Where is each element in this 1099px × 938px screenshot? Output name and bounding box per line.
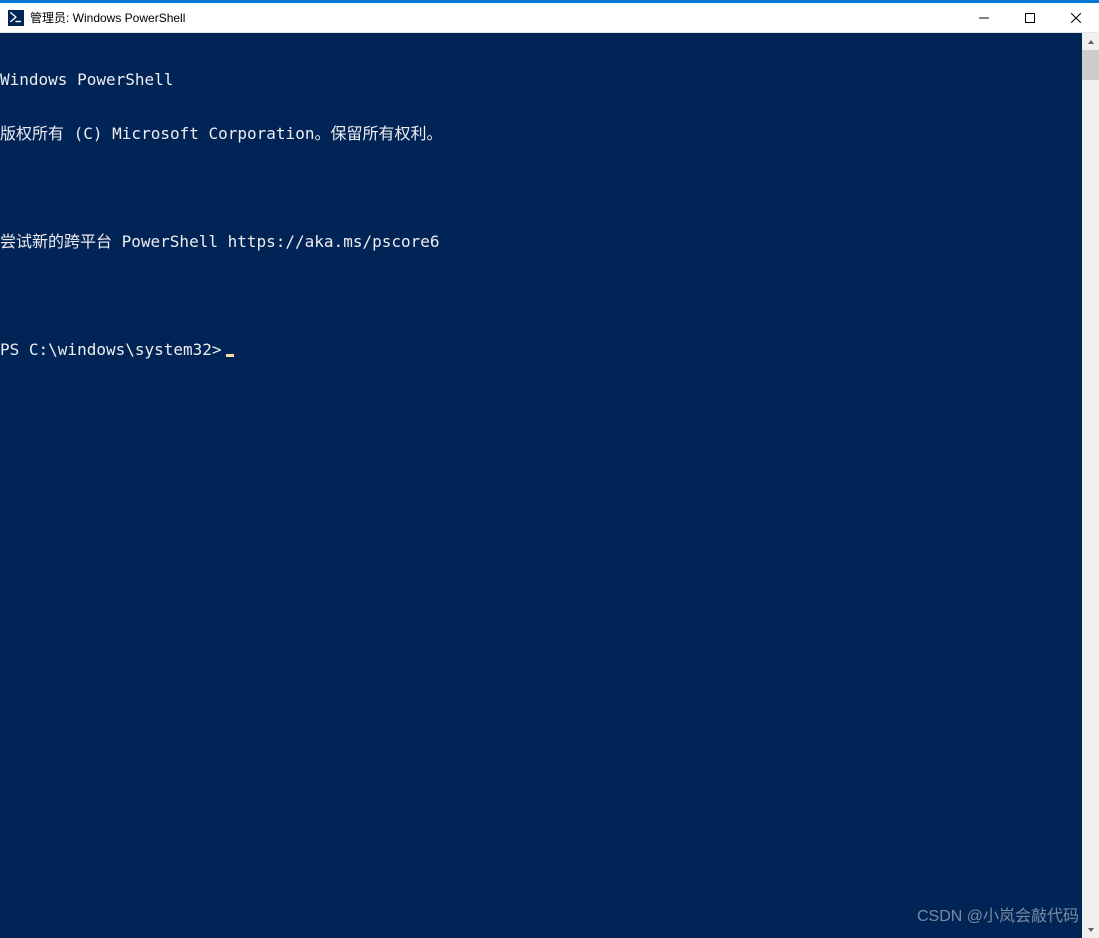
terminal-line [0,179,1082,197]
terminal-container: Windows PowerShell 版权所有 (C) Microsoft Co… [0,33,1099,938]
vertical-scrollbar[interactable] [1082,33,1099,938]
window-title: 管理员: Windows PowerShell [30,9,185,26]
terminal-line: 尝试新的跨平台 PowerShell https://aka.ms/pscore… [0,233,1082,251]
terminal-output[interactable]: Windows PowerShell 版权所有 (C) Microsoft Co… [0,33,1082,938]
scroll-thumb[interactable] [1082,50,1099,80]
minimize-button[interactable] [961,3,1007,32]
terminal-prompt: PS C:\windows\system32> [0,341,222,359]
terminal-prompt-line[interactable]: PS C:\windows\system32> [0,341,1082,359]
scroll-track[interactable] [1082,50,1099,921]
powershell-icon [8,10,24,26]
window-titlebar[interactable]: 管理员: Windows PowerShell [0,3,1099,33]
terminal-line: 版权所有 (C) Microsoft Corporation。保留所有权利。 [0,125,1082,143]
scroll-up-button[interactable] [1082,33,1099,50]
terminal-line: Windows PowerShell [0,71,1082,89]
terminal-line [0,287,1082,305]
scroll-down-button[interactable] [1082,921,1099,938]
terminal-cursor [226,354,234,357]
close-button[interactable] [1053,3,1099,32]
maximize-button[interactable] [1007,3,1053,32]
window-controls [961,3,1099,32]
